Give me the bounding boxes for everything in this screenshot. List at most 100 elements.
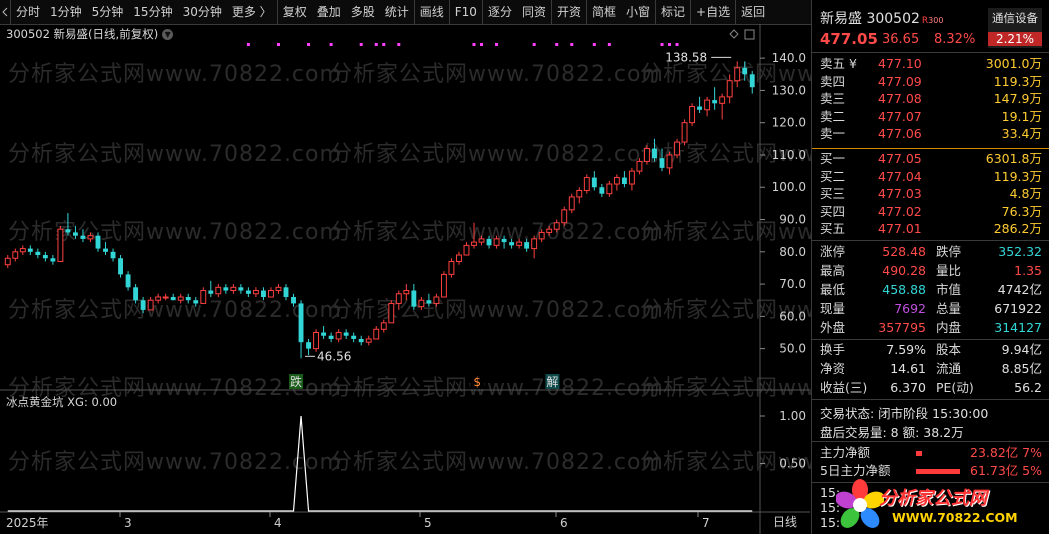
stat-value: 14.61 [890,361,926,376]
candle-body [335,331,342,340]
y-tick-label: 50.0 [779,342,806,356]
stat-label: 总量 [936,301,962,316]
stock-name: 新易盛 300502 R300 [820,8,943,28]
toolbar-item[interactable]: 多股 [346,0,380,24]
toolbar-item[interactable]: 1分钟 [45,0,87,24]
candle-body [524,242,530,249]
toolbar-item[interactable]: 叠加 [312,0,346,24]
candle-body [704,99,711,111]
candle-body [170,296,176,301]
sector-pct: 2.21% [988,32,1042,46]
bid-volume: 4.8万 [1009,186,1042,201]
candle-body [652,148,657,159]
toolbar-item[interactable]: 更多 〉 [227,0,278,24]
candle-body [463,244,470,256]
quote-panel: 新易盛 300502 R300 477.05 36.65 8.32% 通信设备 2… [811,0,1049,534]
toolbar-item[interactable]: +自选 [691,0,737,24]
stat-value: 56.2 [1014,380,1042,395]
candle-body [411,290,417,307]
chevron-down-icon[interactable]: ▼ [162,28,174,40]
kline-chart-area[interactable]: 分析家公式网www.70822.com 分析家公式网www.70822.com … [0,24,973,534]
quote-row[interactable]: 涨停 528.48 跌停 352.32 [812,243,1049,261]
quote-row[interactable]: 卖一 477.06 33.4万 [812,125,1049,143]
toolbar-item[interactable]: 15分钟 [128,0,177,24]
stat-label: 股本 [936,342,962,357]
sector-badge[interactable]: 通信设备 2.21% [988,8,1042,48]
last-price: 477.05 [820,30,878,48]
ask-label: 卖三 [820,91,846,106]
trade-status: 交易状态: 闭市阶段 15:30:00 [820,406,989,421]
candle-body [343,332,349,336]
candle-body [291,296,296,304]
candle-body [380,322,387,330]
stat-label: 内盘 [936,320,962,335]
candle-body [546,228,553,233]
toolbar-item[interactable]: 分时 [11,0,45,24]
candle-body [433,296,440,304]
y-tick-label: 70.0 [779,277,806,291]
capital-flow-row[interactable]: 主力净额 23.82亿 7% [812,444,1049,462]
quote-row[interactable]: 卖二 477.07 19.1万 [812,108,1049,126]
toolbar-item[interactable]: 标记 [656,0,692,24]
quote-row[interactable]: 现量 7692 总量 671922 [812,300,1049,318]
quote-row[interactable]: 买四 477.02 76.3万 [812,203,1049,221]
price-change: 36.65 [882,32,920,47]
quote-row[interactable]: 买三 477.03 4.8万 [812,185,1049,203]
quote-row[interactable]: 换手 7.59% 股本 9.94亿 [812,341,1049,359]
period-label[interactable]: 日线 [760,513,810,530]
quote-row[interactable]: 净资 14.61 流通 8.85亿 [812,360,1049,378]
candle-body [125,274,131,288]
y-tick-label: 80.0 [779,245,806,259]
flow-bar [916,451,922,456]
toolbar-item[interactable]: 开资 [552,0,587,24]
candle-body [644,148,650,162]
stat-label: 最高 [820,263,846,278]
toolbar-item[interactable]: 简框 [587,0,621,24]
signal-dot [307,43,311,46]
candle-body [486,238,492,246]
divider [812,399,1049,400]
candle-body [681,122,688,143]
toolbar-item[interactable]: 画线 [415,0,450,24]
candle-body [275,286,282,292]
quote-row[interactable]: 买一 477.05 6301.8万 [812,150,1049,168]
quote-row[interactable]: 收益(三) 6.370 PE(动) 56.2 [812,379,1049,397]
candle-body [185,296,191,301]
price-change-pct: 8.32% [934,32,976,47]
quote-row[interactable]: 卖四 477.09 119.3万 [812,73,1049,91]
toolbar-item[interactable]: 返回 [736,0,770,24]
quote-row[interactable]: 买二 477.04 119.3万 [812,168,1049,186]
stat-value: 528.48 [882,244,926,259]
diamond-icon [729,29,739,39]
quote-row[interactable]: 最高 490.28 量比 1.35 [812,262,1049,280]
toolbar-item[interactable]: 统计 [380,0,415,24]
toolbar-item[interactable]: 小窗 [621,0,657,24]
candle-body [4,257,11,266]
quote-row[interactable]: 卖三 477.08 147.9万 [812,90,1049,108]
quote-row[interactable]: 外盘 357795 内盘 314127 [812,319,1049,337]
candle-body [200,290,207,304]
candle-body [252,290,259,295]
stock-name-text: 新易盛 300502 [820,11,920,27]
toolbar-item[interactable]: 复权 [278,0,312,24]
candle-body [636,160,643,172]
candle-body [478,238,485,243]
quote-row[interactable]: 最低 458.88 市值 4742亿 [812,281,1049,299]
toolbar-item[interactable]: F10 [450,0,483,24]
low-marker-label: 46.56 [317,349,351,363]
stat-value: 1.35 [1014,263,1042,278]
candle-body [561,209,568,224]
quote-row[interactable]: 买五 477.01 286.2万 [812,220,1049,238]
toolbar-handle[interactable] [0,0,11,24]
toolbar-item[interactable]: 逐分 [483,0,517,24]
candle-body [418,299,425,308]
candle-body [689,106,696,124]
quote-row[interactable]: 卖五 ¥ 477.10 3001.0万 [812,55,1049,73]
candle-body [306,342,312,349]
candle-body [351,335,357,339]
toolbar-item[interactable]: 30分钟 [178,0,227,24]
ask-price: 477.08 [878,91,922,106]
toolbar-item[interactable]: 5分钟 [87,0,129,24]
toolbar-item[interactable]: 同资 [517,0,552,24]
candle-body [493,238,500,246]
